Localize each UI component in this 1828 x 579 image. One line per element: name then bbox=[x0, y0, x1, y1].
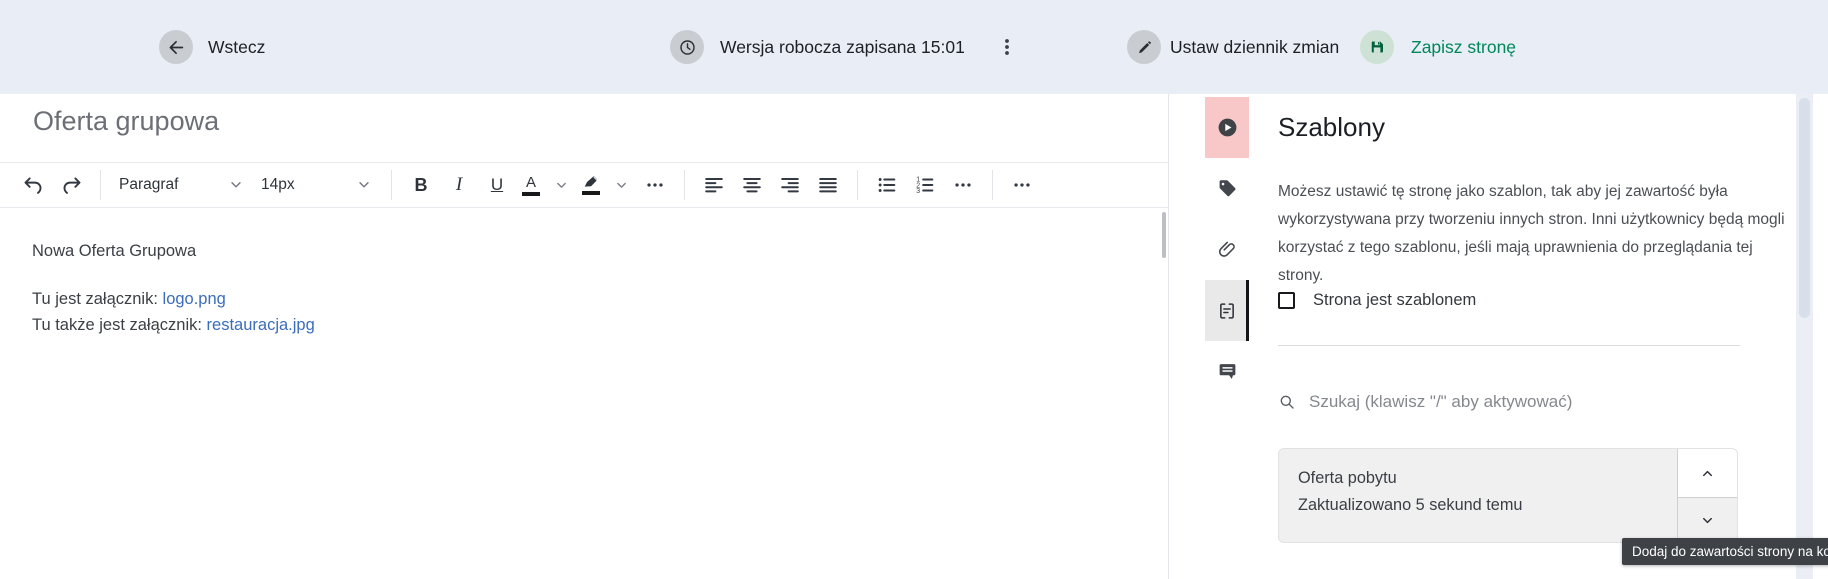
align-left-button[interactable] bbox=[695, 167, 733, 203]
redo-button[interactable] bbox=[52, 167, 90, 203]
templates-panel: Szablony Możesz ustawić tę stronę jako s… bbox=[1249, 94, 1796, 579]
content-paragraph: Tu także jest załącznik: restauracja.jpg bbox=[32, 312, 315, 338]
text-color-glyph: A bbox=[526, 175, 536, 190]
play-circle-icon bbox=[1216, 116, 1239, 139]
toolbar-overflow-button[interactable] bbox=[1003, 167, 1041, 203]
chevron-down-icon bbox=[615, 179, 628, 192]
template-item-text: Oferta pobytu Zaktualizowano 5 sekund te… bbox=[1298, 465, 1522, 519]
panel-scrollbar[interactable] bbox=[1796, 94, 1813, 579]
font-size-dropdown[interactable]: 14px bbox=[253, 167, 381, 203]
sidebar-tabstrip bbox=[1205, 94, 1249, 579]
content-paragraph: Nowa Oferta Grupowa bbox=[32, 238, 315, 264]
highlighter-icon bbox=[583, 175, 600, 189]
highlight-color-bar bbox=[582, 191, 600, 195]
content-paragraph: Tu jest załącznik: logo.png bbox=[32, 286, 315, 312]
back-label: Wstecz bbox=[208, 37, 265, 58]
paragraph-style-value: Paragraf bbox=[119, 176, 178, 194]
draft-options-menu[interactable] bbox=[995, 30, 1019, 64]
ellipsis-icon bbox=[1011, 174, 1033, 196]
toolbar-divider bbox=[857, 170, 858, 200]
chevron-down-icon bbox=[1700, 513, 1715, 528]
editor-content[interactable]: Nowa Oferta Grupowa Tu jest załącznik: l… bbox=[32, 238, 315, 338]
bullet-list-button[interactable] bbox=[868, 167, 906, 203]
template-item-name: Oferta pobytu bbox=[1298, 465, 1522, 492]
save-page-button[interactable]: Zapisz stronę bbox=[1360, 0, 1516, 94]
template-item-updated: Zaktualizowano 5 sekund temu bbox=[1298, 492, 1522, 519]
panel-scrollbar-thumb[interactable] bbox=[1799, 98, 1810, 318]
toolbar-divider bbox=[992, 170, 993, 200]
attachment-link-restauracja[interactable]: restauracja.jpg bbox=[207, 316, 315, 334]
chevron-down-icon bbox=[229, 178, 243, 192]
align-right-button[interactable] bbox=[771, 167, 809, 203]
tag-icon bbox=[1217, 178, 1238, 199]
highlight-button[interactable] bbox=[576, 167, 606, 203]
paperclip-icon bbox=[1217, 239, 1238, 260]
text-color-bar bbox=[522, 192, 540, 196]
draft-status: Wersja robocza zapisana 15:01 bbox=[670, 0, 1019, 94]
panel-title: Szablony bbox=[1278, 112, 1385, 143]
insert-at-end-button[interactable] bbox=[1678, 498, 1737, 542]
bold-button[interactable]: B bbox=[402, 167, 440, 203]
toolbar-divider bbox=[684, 170, 685, 200]
underline-button[interactable]: U bbox=[478, 167, 516, 203]
page-is-template-checkbox[interactable]: Strona jest szablonem bbox=[1278, 291, 1476, 310]
panel-divider bbox=[1278, 345, 1740, 346]
changelog-button[interactable]: Ustaw dziennik zmian bbox=[1127, 0, 1339, 94]
template-icon bbox=[1216, 300, 1238, 322]
tab-attachments[interactable] bbox=[1205, 219, 1249, 280]
editor-pane: Oferta grupowa Paragraf 14px B I U A bbox=[0, 94, 1169, 579]
tab-labels[interactable] bbox=[1205, 158, 1249, 219]
ellipsis-icon bbox=[952, 174, 974, 196]
draft-status-label: Wersja robocza zapisana 15:01 bbox=[720, 37, 965, 58]
chevron-down-icon bbox=[555, 179, 568, 192]
ellipsis-icon bbox=[644, 174, 666, 196]
undo-button[interactable] bbox=[14, 167, 52, 203]
checkbox-box[interactable] bbox=[1278, 292, 1295, 309]
comment-icon bbox=[1217, 361, 1238, 382]
align-center-button[interactable] bbox=[733, 167, 771, 203]
save-icon bbox=[1360, 30, 1394, 64]
chevron-up-icon bbox=[1700, 466, 1715, 481]
save-label: Zapisz stronę bbox=[1411, 37, 1516, 58]
text-color-button[interactable]: A bbox=[516, 167, 546, 203]
more-list-options-button[interactable] bbox=[944, 167, 982, 203]
template-search bbox=[1278, 382, 1758, 422]
svg-text:3: 3 bbox=[916, 188, 920, 195]
more-formatting-button[interactable] bbox=[636, 167, 674, 203]
italic-button[interactable]: I bbox=[440, 167, 478, 203]
search-input[interactable] bbox=[1309, 392, 1758, 412]
chevron-down-icon bbox=[357, 178, 371, 192]
align-justify-button[interactable] bbox=[809, 167, 847, 203]
insert-at-top-button[interactable] bbox=[1678, 449, 1737, 498]
insert-at-end-tooltip: Dodaj do zawartości strony na końcu bbox=[1622, 538, 1828, 565]
tab-preview[interactable] bbox=[1205, 97, 1249, 158]
editor-scrollbar[interactable] bbox=[1162, 212, 1166, 258]
toolbar-divider bbox=[100, 170, 101, 200]
template-list-item[interactable]: Oferta pobytu Zaktualizowano 5 sekund te… bbox=[1278, 448, 1738, 543]
pencil-icon bbox=[1127, 30, 1161, 64]
formatting-toolbar: Paragraf 14px B I U A bbox=[0, 162, 1168, 208]
text-color-dropdown[interactable] bbox=[546, 167, 576, 203]
tab-templates[interactable] bbox=[1205, 280, 1249, 341]
tab-comments[interactable] bbox=[1205, 341, 1249, 402]
font-size-value: 14px bbox=[261, 176, 295, 194]
numbered-list-button[interactable]: 123 bbox=[906, 167, 944, 203]
toolbar-divider bbox=[391, 170, 392, 200]
clock-icon bbox=[670, 30, 704, 64]
page-title-input[interactable]: Oferta grupowa bbox=[33, 106, 219, 137]
changelog-label: Ustaw dziennik zmian bbox=[1170, 37, 1339, 58]
back-arrow-icon bbox=[159, 30, 193, 64]
page: Wstecz Wersja robocza zapisana 15:01 Ust… bbox=[0, 0, 1828, 579]
checkbox-label: Strona jest szablonem bbox=[1313, 291, 1476, 310]
attachment-link-logo[interactable]: logo.png bbox=[163, 290, 226, 308]
topbar: Wstecz Wersja robocza zapisana 15:01 Ust… bbox=[0, 0, 1828, 94]
panel-description: Możesz ustawić tę stronę jako szablon, t… bbox=[1278, 178, 1788, 290]
search-icon bbox=[1278, 393, 1296, 411]
highlight-dropdown[interactable] bbox=[606, 167, 636, 203]
paragraph-style-dropdown[interactable]: Paragraf bbox=[111, 167, 253, 203]
back-button[interactable]: Wstecz bbox=[159, 0, 265, 94]
template-item-controls bbox=[1677, 449, 1737, 542]
